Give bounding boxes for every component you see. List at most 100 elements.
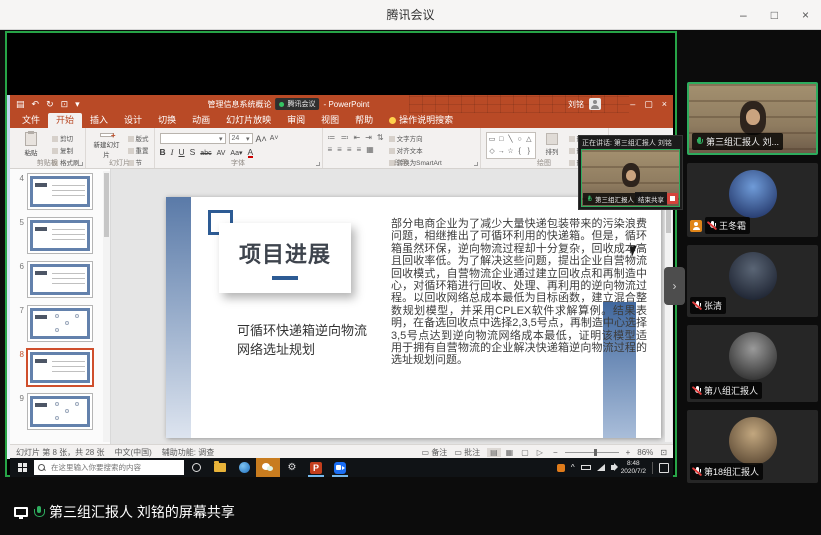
- participant-tile-2[interactable]: 王冬霜: [687, 163, 818, 237]
- clipboard-item-1[interactable]: 剪切: [52, 133, 80, 143]
- end-share-button[interactable]: [667, 193, 678, 204]
- list-indent-icons[interactable]: ≔≕⇤⇥⇅: [328, 133, 384, 142]
- shape-icon-5[interactable]: △: [525, 135, 533, 144]
- shape-icon-1[interactable]: ▭: [488, 135, 496, 144]
- participant-tile-3[interactable]: 张清: [687, 245, 818, 317]
- action-center-icon[interactable]: [659, 463, 669, 473]
- reading-view-button[interactable]: ▢: [518, 448, 532, 457]
- slide-thumbnail-6[interactable]: [27, 261, 93, 298]
- ppt-restore-button[interactable]: ▢: [644, 99, 653, 110]
- slides-item-1[interactable]: 版式: [128, 133, 149, 143]
- ppt-tab-5[interactable]: 切换: [150, 113, 184, 128]
- close-button[interactable]: ×: [802, 8, 809, 22]
- maximize-button[interactable]: □: [771, 8, 778, 22]
- slide-thumbnail-9[interactable]: [27, 393, 93, 430]
- normal-view-button[interactable]: ▤: [487, 448, 501, 457]
- wechat-button[interactable]: [256, 458, 280, 477]
- font-size-select[interactable]: 24▾: [229, 133, 253, 144]
- underline-button[interactable]: U: [178, 147, 184, 157]
- meeting-taskbar-button[interactable]: [328, 458, 352, 477]
- ppt-tab-6[interactable]: 动画: [184, 113, 218, 128]
- active-speaker-popup[interactable]: 正在讲话: 第三组汇报人 刘铭 第三组汇报人 刘铭 结束共享: [578, 135, 683, 210]
- redo-icon[interactable]: ↻: [46, 99, 54, 110]
- zoom-slider[interactable]: [565, 452, 619, 453]
- ppt-tab-7[interactable]: 幻灯片放映: [218, 113, 279, 128]
- grow-font-icon[interactable]: A˄: [256, 134, 267, 144]
- shape-icon-9[interactable]: {: [516, 147, 524, 156]
- network-icon[interactable]: [597, 464, 605, 471]
- participant-tile-5[interactable]: 第18组汇报人: [687, 410, 818, 483]
- fit-slide-button[interactable]: ⊡: [660, 448, 667, 457]
- ppt-tab-2[interactable]: 开始: [48, 113, 82, 128]
- wechat-tray-icon[interactable]: [557, 464, 565, 472]
- shape-icon-7[interactable]: →: [497, 147, 505, 156]
- browser-button[interactable]: [232, 458, 256, 477]
- shape-icon-10[interactable]: }: [525, 147, 533, 156]
- start-button[interactable]: [10, 463, 34, 472]
- battery-icon[interactable]: [581, 465, 591, 470]
- char-spacing-button[interactable]: AV: [217, 150, 226, 157]
- search-input[interactable]: [49, 462, 180, 473]
- slide-body[interactable]: 部分电商企业为了减少大量快递包装带来的污染浪费问题，相继推出了可循环利用的快递箱…: [391, 218, 647, 367]
- thumbnail-scrollbar[interactable]: [103, 171, 110, 442]
- dialog-launcher-icon[interactable]: [316, 162, 320, 166]
- slide-subtitle[interactable]: 可循环快递箱逆向物流网络选址规划: [237, 322, 377, 360]
- ppt-tab-1[interactable]: 文件: [14, 113, 48, 128]
- zoom-level[interactable]: 86%: [637, 448, 653, 457]
- shape-icon-6[interactable]: ◇: [488, 147, 496, 156]
- ppt-tab-3[interactable]: 插入: [82, 113, 116, 128]
- zoom-out-button[interactable]: −: [553, 448, 558, 457]
- ppt-tab-9[interactable]: 视图: [313, 113, 347, 128]
- shape-icon-8[interactable]: ☆: [506, 147, 514, 156]
- cortana-button[interactable]: [184, 458, 208, 477]
- comments-button[interactable]: ▭ 批注: [454, 447, 480, 458]
- settings-button[interactable]: ⚙: [280, 458, 304, 477]
- editor-scrollbar[interactable]: [665, 171, 672, 442]
- paragraph-item-1[interactable]: 文字方向: [389, 133, 442, 143]
- undo-icon[interactable]: ↶: [32, 99, 40, 110]
- shape-icon-2[interactable]: □: [497, 135, 505, 144]
- tray-expand-icon[interactable]: ^: [571, 463, 575, 472]
- slideshow-view-button[interactable]: ▷: [534, 448, 546, 457]
- shadow-button[interactable]: S: [190, 147, 196, 157]
- accessibility-indicator[interactable]: 辅助功能: 调查: [162, 447, 214, 458]
- strikethrough-button[interactable]: abc: [200, 150, 211, 157]
- bold-button[interactable]: B: [160, 147, 166, 157]
- notes-button[interactable]: ▭ 备注: [422, 447, 448, 458]
- taskbar-search[interactable]: [34, 460, 184, 475]
- slide-thumbnail-4[interactable]: [27, 173, 93, 210]
- ppt-tab-10[interactable]: 帮助: [347, 113, 381, 128]
- participant-tile-1[interactable]: 第三组汇报人 刘...: [687, 82, 818, 155]
- slides-item-2[interactable]: 重置: [128, 145, 149, 155]
- paragraph-item-2[interactable]: 对齐文本: [389, 145, 442, 155]
- volume-icon[interactable]: [611, 465, 615, 470]
- alignment-icons[interactable]: ≡≡≡≡▦: [328, 145, 384, 154]
- language-indicator[interactable]: 中文(中国): [114, 447, 151, 458]
- ppt-close-button[interactable]: ×: [662, 99, 667, 110]
- new-slide-button[interactable]: 新建幻灯片: [91, 131, 123, 159]
- sorter-view-button[interactable]: ▦: [503, 448, 517, 457]
- shape-icon-4[interactable]: ○: [516, 135, 524, 144]
- file-explorer-button[interactable]: [208, 458, 232, 477]
- ppt-tab-4[interactable]: 设计: [116, 113, 150, 128]
- taskbar-clock[interactable]: 8:482020/7/2: [621, 460, 646, 475]
- paste-button[interactable]: 粘贴: [15, 131, 47, 159]
- start-slideshow-icon[interactable]: ⊡: [61, 99, 69, 110]
- save-icon[interactable]: ▤: [16, 99, 25, 110]
- dialog-launcher-icon[interactable]: [474, 162, 478, 166]
- slide-thumbnail-8[interactable]: [27, 349, 93, 386]
- minimize-button[interactable]: –: [740, 8, 747, 22]
- change-case-button[interactable]: Aa▾: [230, 149, 242, 157]
- slide-thumbnail-7[interactable]: [27, 305, 93, 342]
- clipboard-item-2[interactable]: 复制: [52, 145, 80, 155]
- qat-customize-icon[interactable]: ▾: [75, 99, 80, 110]
- participant-tile-4[interactable]: 第八组汇报人: [687, 325, 818, 402]
- shrink-font-icon[interactable]: A˅: [270, 135, 279, 142]
- collapse-sidebar-button[interactable]: ›: [664, 267, 685, 305]
- slide-title-card[interactable]: 项目进展: [219, 223, 351, 293]
- slide-thumbnail-5[interactable]: [27, 217, 93, 254]
- font-name-select[interactable]: ▾: [160, 133, 226, 144]
- font-color-button[interactable]: A: [248, 148, 254, 158]
- slide-canvas[interactable]: 项目进展 可循环快递箱逆向物流网络选址规划 部分电商企业为了减少大量快递包装带来…: [166, 197, 661, 438]
- italic-button[interactable]: I: [171, 147, 174, 157]
